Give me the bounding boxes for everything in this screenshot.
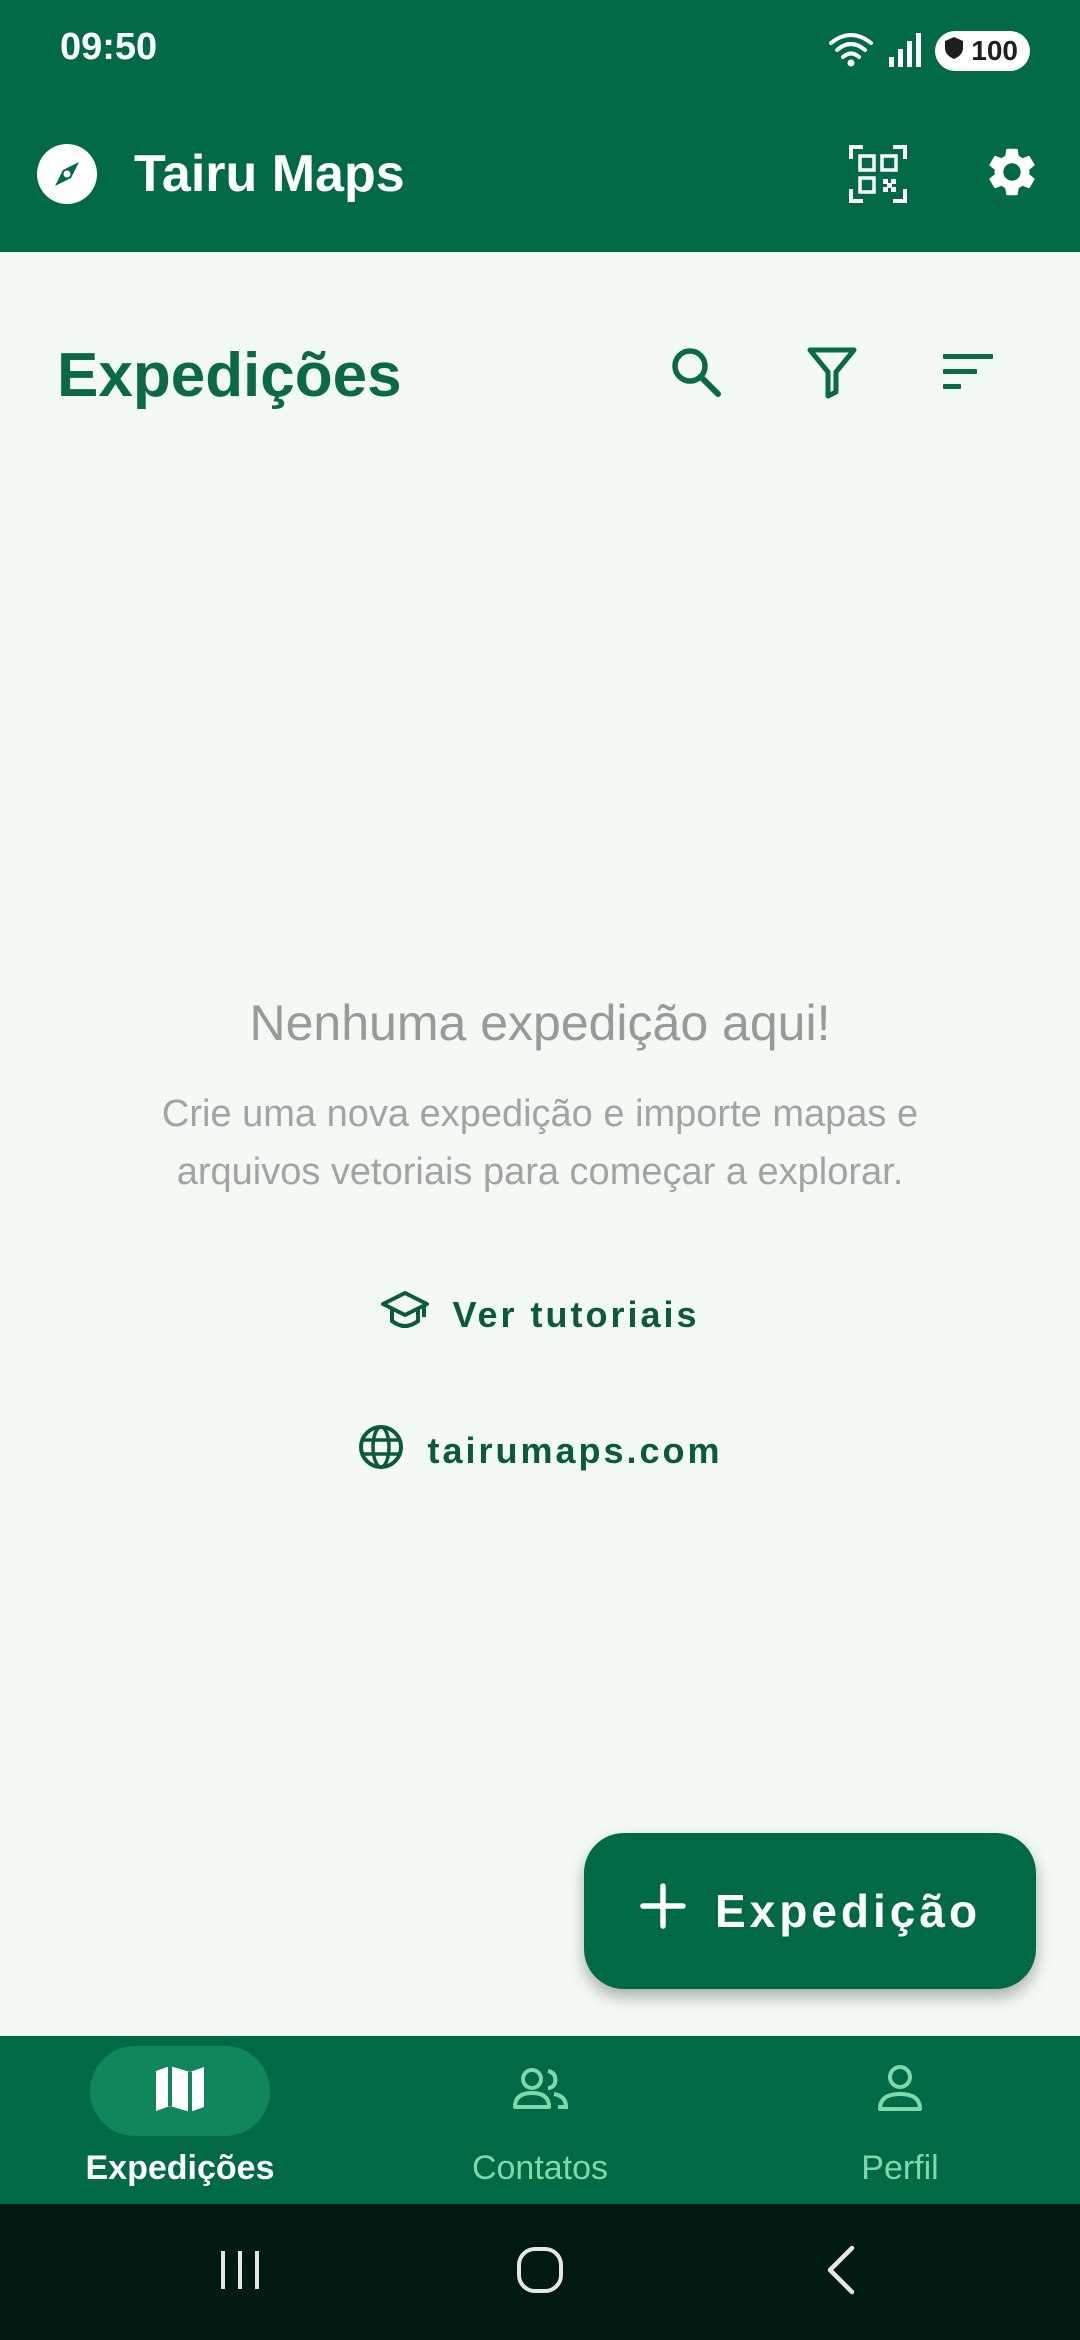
nav-item-profile[interactable]: Perfil [720,2036,1080,2204]
plus-icon [639,1882,687,1941]
search-button[interactable] [658,336,734,412]
map-icon [152,2063,208,2120]
status-icons: 100 [827,28,1030,74]
shield-icon [943,35,965,67]
filter-button[interactable] [794,336,870,412]
system-navigation-bar [0,2204,1080,2340]
empty-state-description-line2: arquivos vetoriais para começar a explor… [176,1151,904,1193]
graduation-cap-icon [380,1289,430,1342]
settings-button[interactable] [976,138,1048,210]
compass-logo-icon [36,143,98,205]
qr-code-icon [849,144,907,208]
person-icon [875,2063,925,2120]
battery-level: 100 [971,35,1018,66]
nav-item-expeditions[interactable]: Expedições [0,2036,360,2204]
nav-item-contacts[interactable]: Contatos [360,2036,720,2204]
back-icon [822,2244,862,2301]
app-title: Tairu Maps [134,145,405,203]
new-expedition-label: Expedição [714,1885,982,1937]
back-button[interactable] [802,2232,882,2312]
nav-icon-container [450,2046,630,2136]
qr-code-button[interactable] [842,140,914,212]
new-expedition-button[interactable]: Expedição [584,1833,1036,1989]
nav-label-profile: Perfil [861,2149,939,2187]
filter-icon [806,344,858,405]
recent-apps-icon [215,2247,265,2298]
empty-state-description: Crie uma nova expedição e importe mapas … [100,1085,980,1201]
website-link[interactable]: tairumaps.com [0,1416,1080,1486]
signal-icon [887,29,923,74]
battery-indicator: 100 [935,31,1030,71]
nav-active-indicator [90,2046,270,2136]
tutorials-link[interactable]: Ver tutoriais [0,1280,1080,1350]
app-bar: Tairu Maps [0,100,1080,252]
recent-apps-button[interactable] [200,2232,280,2312]
status-time: 09:50 [60,26,158,68]
nav-label-expeditions: Expedições [85,2149,275,2187]
empty-state-description-line1: Crie uma nova expedição e importe mapas … [161,1093,919,1135]
tutorials-label: Ver tutoriais [452,1294,700,1335]
screen: 09:50 100 Tairu Maps Expedições Nenhuma … [0,0,1080,2340]
page-title: Expedições [57,341,402,410]
sort-icon [941,350,995,399]
search-icon [668,344,724,405]
home-icon [515,2245,565,2300]
people-icon [510,2065,570,2118]
nav-icon-container [810,2046,990,2136]
sort-button[interactable] [930,336,1006,412]
website-label: tairumaps.com [427,1430,723,1471]
gear-icon [983,143,1041,206]
home-button[interactable] [500,2232,580,2312]
empty-state-title: Nenhuma expedição aqui! [249,995,831,1051]
status-bar: 09:50 100 [0,0,1080,100]
bottom-navigation: Expedições Contatos Perfil [0,2036,1080,2204]
nav-label-contacts: Contatos [471,2149,609,2187]
globe-icon [357,1423,405,1480]
wifi-icon [827,29,875,74]
